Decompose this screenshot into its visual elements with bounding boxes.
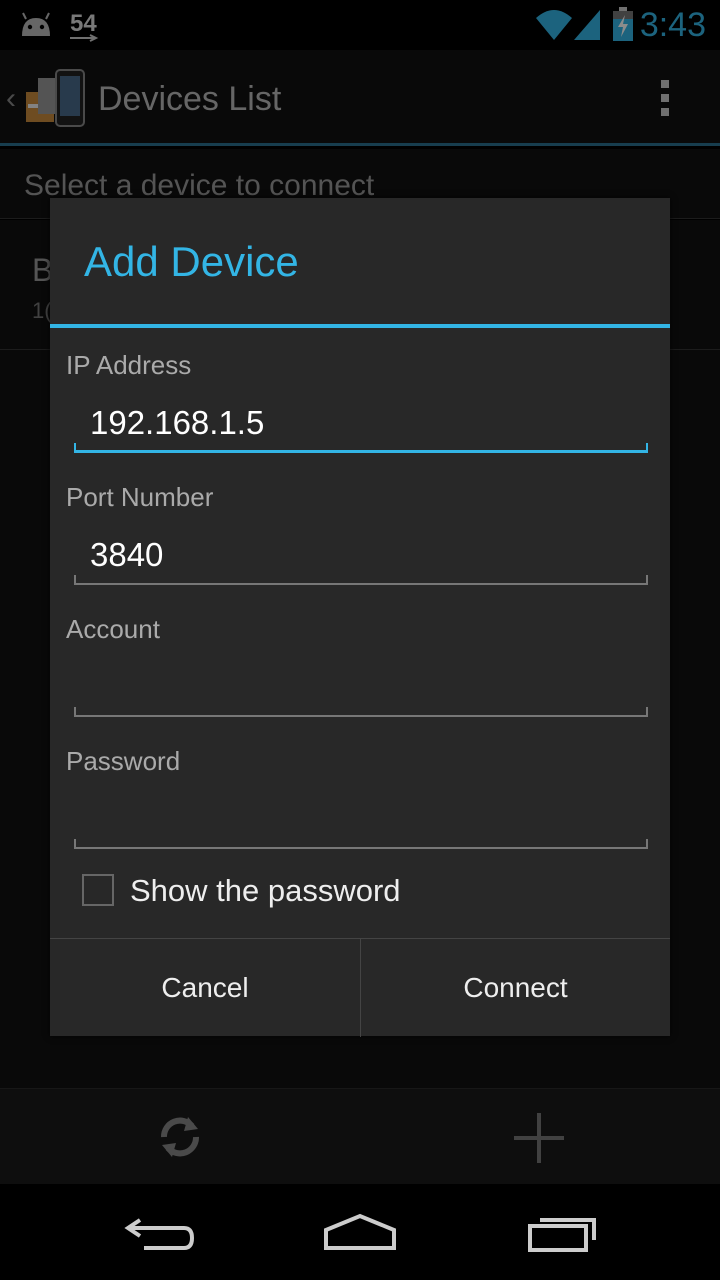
show-password-label[interactable]: Show the password (130, 873, 401, 909)
account-underline (74, 707, 648, 717)
password-label: Password (66, 746, 181, 776)
back-icon[interactable] (124, 1214, 196, 1254)
dialog-button-row: Cancel Connect (50, 938, 670, 1037)
ip-address-underline (74, 443, 648, 453)
cancel-button[interactable]: Cancel (50, 939, 360, 1037)
recent-apps-icon[interactable] (526, 1210, 598, 1254)
dialog-title: Add Device (84, 238, 299, 285)
connect-button[interactable]: Connect (360, 939, 670, 1037)
port-number-label: Port Number (66, 482, 214, 512)
title-divider (50, 324, 670, 328)
account-label: Account (66, 614, 160, 644)
port-number-underline (74, 575, 648, 585)
nav-bar (0, 1184, 720, 1280)
ip-address-label: IP Address (66, 350, 192, 380)
show-password-checkbox[interactable] (82, 874, 114, 906)
add-device-dialog: Add Device IP Address Port Number Accoun… (50, 198, 670, 1037)
home-icon[interactable] (322, 1212, 398, 1252)
password-underline (74, 839, 648, 849)
